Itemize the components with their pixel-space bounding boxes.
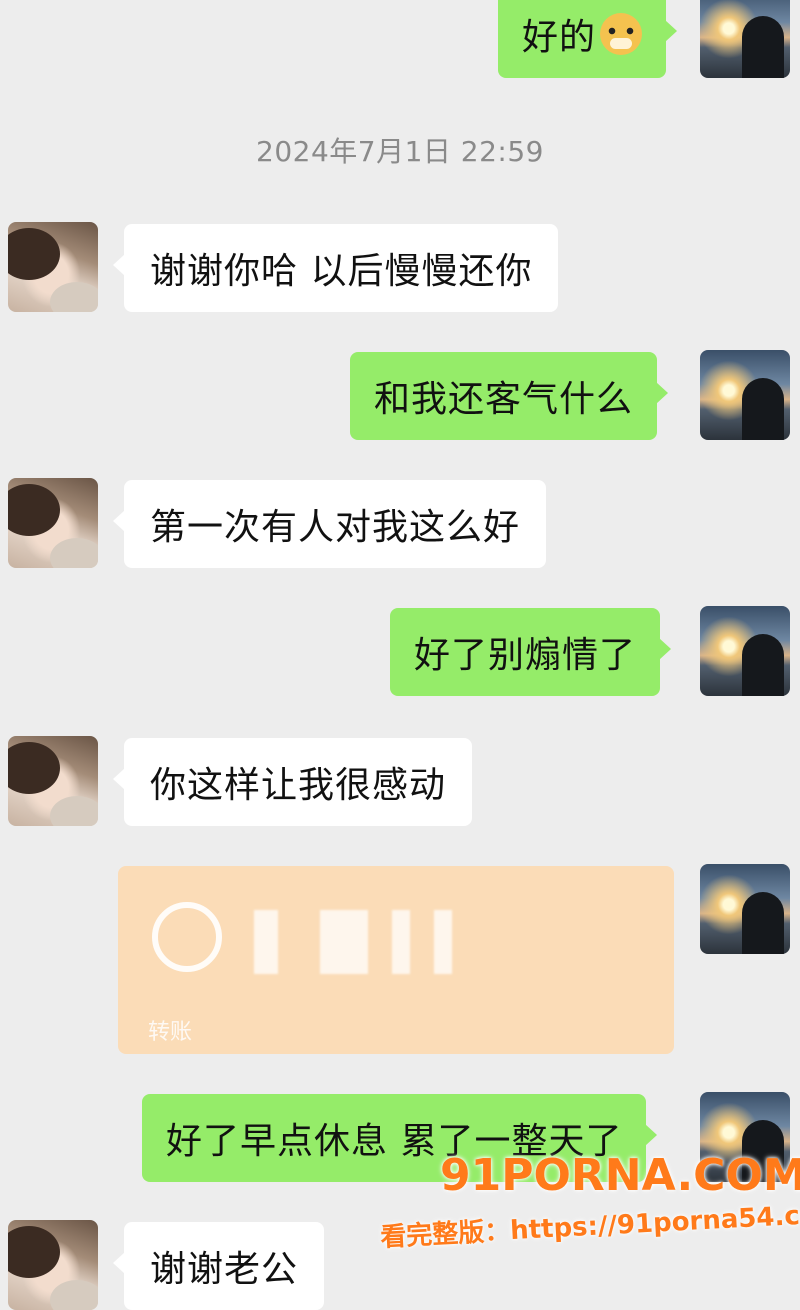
message-bubble-sent[interactable]: 好的 (498, 0, 678, 78)
message-text: 你这样让我很感动 (150, 765, 447, 806)
watermark-logo: 91PORNA.COM (440, 1150, 800, 1201)
message-text: 好了别煽情了 (414, 635, 637, 676)
message-bubble-sent[interactable]: 和我还客气什么 (350, 352, 669, 440)
message-text: 谢谢老公 (150, 1249, 299, 1290)
contact-avatar[interactable] (8, 1220, 98, 1310)
message-text: 好的 (522, 17, 597, 58)
message-text: 谢谢你哈 以后慢慢还你 (150, 251, 533, 292)
my-avatar[interactable] (700, 606, 790, 696)
my-avatar[interactable] (700, 350, 790, 440)
chat-view: 好的 2024年7月1日 22:59 谢谢你哈 以后慢慢还你 和我还客气什么 第… (0, 0, 800, 1310)
contact-avatar[interactable] (8, 736, 98, 826)
contact-avatar[interactable] (8, 478, 98, 568)
transfer-label: 转账 (148, 1020, 193, 1045)
chat-timestamp: 2024年7月1日 22:59 (256, 135, 544, 168)
transfer-icon (152, 902, 222, 972)
watermark: 91PORNA.COM 看完整版：https://91porna54.com (380, 1150, 800, 1253)
doge-emoji-icon (600, 13, 643, 55)
message-bubble-received[interactable]: 谢谢你哈 以后慢慢还你 (112, 224, 559, 312)
message-bubble-sent[interactable]: 好了别煽情了 (390, 608, 672, 696)
message-bubble-received[interactable]: 你这样让我很感动 (112, 738, 473, 826)
message-text: 第一次有人对我这么好 (150, 507, 521, 548)
watermark-url: 看完整版：https://91porna54.com (379, 1198, 800, 1253)
my-avatar[interactable] (700, 864, 790, 954)
transfer-card[interactable]: 转账 (118, 866, 674, 1054)
my-avatar[interactable] (700, 0, 790, 78)
contact-avatar[interactable] (8, 222, 98, 312)
message-text: 和我还客气什么 (374, 379, 634, 420)
message-bubble-received[interactable]: 第一次有人对我这么好 (112, 480, 547, 568)
message-bubble-received[interactable]: 谢谢老公 (112, 1222, 325, 1310)
transfer-amount-redacted (254, 910, 554, 974)
